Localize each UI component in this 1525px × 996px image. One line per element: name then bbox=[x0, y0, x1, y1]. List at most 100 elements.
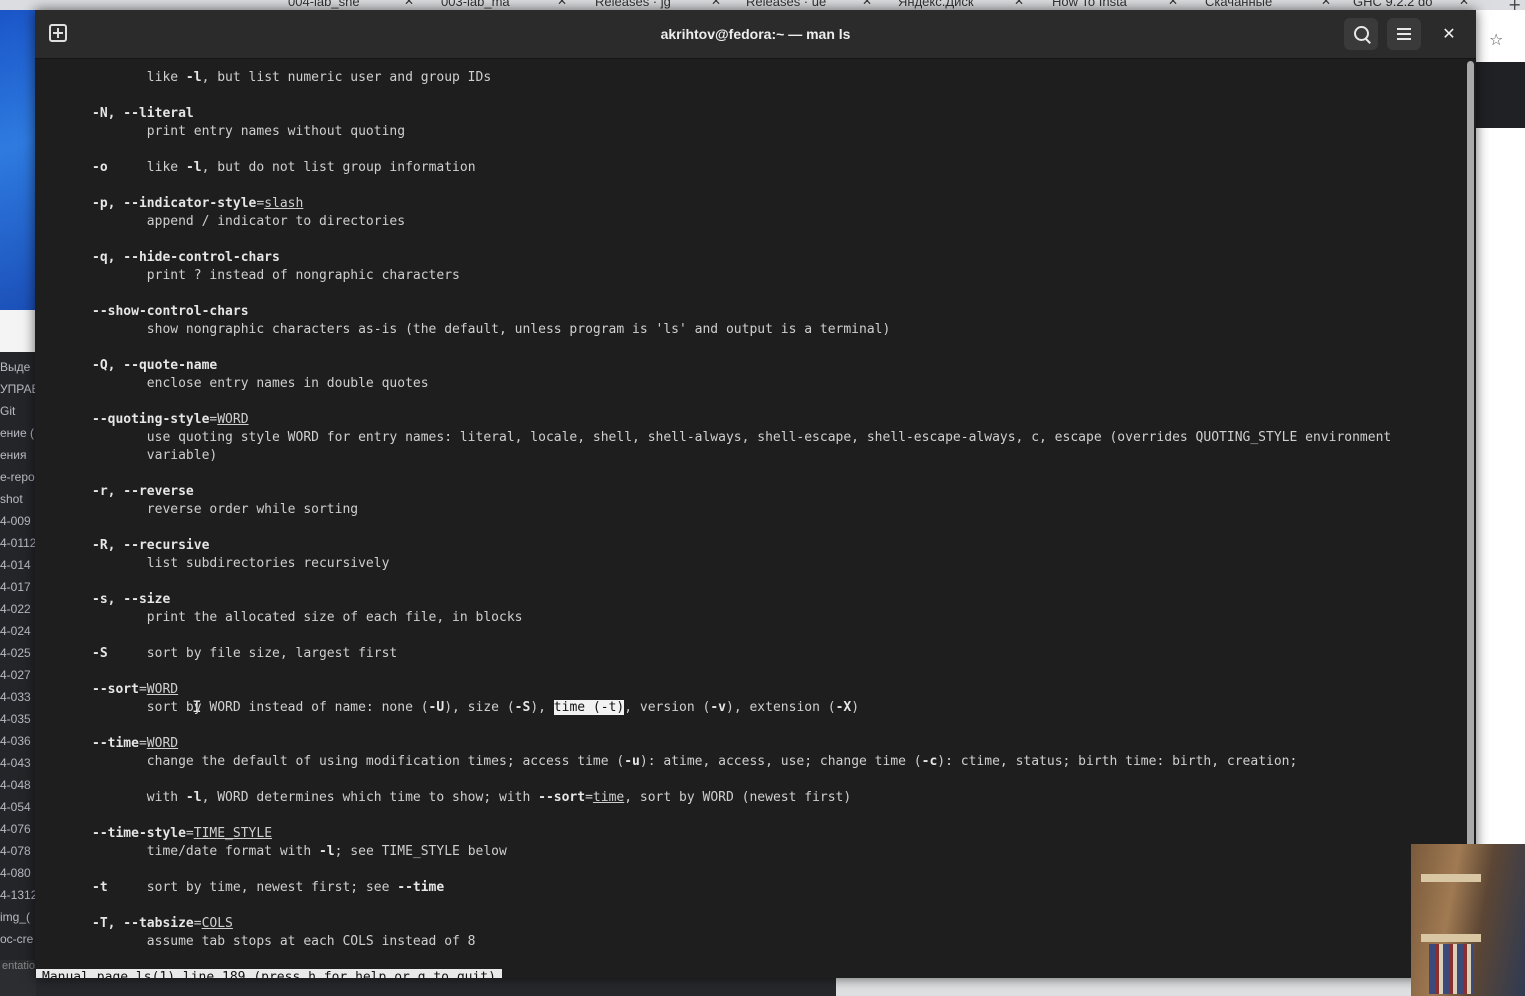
browser-tab[interactable]: Яндекс.Диск ✕ bbox=[898, 0, 1028, 10]
background-list-item: 4-035 bbox=[0, 712, 31, 726]
man-page-line: -s, --size bbox=[92, 591, 170, 609]
background-list-item: 4-076 bbox=[0, 822, 31, 836]
browser-tab[interactable]: 004-lab_she ✕ bbox=[288, 0, 418, 10]
background-list-item: 4-078 bbox=[0, 844, 31, 858]
text-segment: reverse order while sorting bbox=[92, 502, 359, 517]
man-page-line: -o like -l, but do not list group inform… bbox=[92, 159, 476, 177]
text-segment: -s, --size bbox=[92, 592, 171, 607]
text-segment: -v bbox=[710, 700, 726, 715]
close-tab-icon[interactable]: ✕ bbox=[1168, 0, 1178, 8]
background-list-item: 4-036 bbox=[0, 734, 31, 748]
browser-tab-label: Скачанные bbox=[1205, 0, 1273, 9]
close-tab-icon[interactable]: ✕ bbox=[404, 0, 414, 8]
man-page-line: list subdirectories recursively bbox=[92, 555, 390, 573]
background-list-item: 4-009 bbox=[0, 514, 31, 528]
man-page-line: show nongraphic characters as-is (the de… bbox=[92, 321, 891, 339]
text-segment: , sort by WORD (newest first) bbox=[624, 790, 852, 805]
text-segment: --time bbox=[92, 736, 139, 751]
browser-tab-label: Releases · jg bbox=[595, 0, 671, 9]
man-page-line: -t sort by time, newest first; see --tim… bbox=[92, 879, 444, 897]
text-segment: -l bbox=[185, 790, 202, 805]
text-segment: --quoting-style bbox=[92, 412, 210, 427]
man-page-line: -R, --recursive bbox=[92, 537, 209, 555]
text-segment: -N, --literal bbox=[92, 106, 194, 121]
browser-tab[interactable]: How To Insta ✕ bbox=[1052, 0, 1182, 10]
text-segment: -u bbox=[624, 754, 640, 769]
text-segment: -R, --recursive bbox=[92, 538, 210, 553]
scrollbar[interactable] bbox=[1464, 59, 1476, 978]
text-segment: -Q, --quote-name bbox=[92, 358, 218, 373]
man-page-line: --sort=WORD bbox=[92, 681, 178, 699]
background-panel bbox=[0, 310, 36, 352]
browser-tab[interactable]: Скачанные ✕ bbox=[1205, 0, 1335, 10]
text-segment: -o bbox=[92, 160, 108, 175]
text-segment: ), size ( bbox=[444, 700, 515, 715]
text-segment: ), extension ( bbox=[726, 700, 836, 715]
text-segment: -l bbox=[185, 70, 202, 85]
window-title: akrihtov@fedora:~ — man ls bbox=[660, 26, 851, 42]
browser-tab-label: 004-lab_she bbox=[288, 0, 360, 9]
close-tab-icon[interactable]: ✕ bbox=[557, 0, 567, 8]
background-list-item: 4-027 bbox=[0, 668, 31, 682]
man-page-line: -S sort by file size, largest first bbox=[92, 645, 397, 663]
man-page-line: --time=WORD bbox=[92, 735, 178, 753]
background-list-item: 4-080 bbox=[0, 866, 31, 880]
man-page-line: sort by WORD instead of name: none (-U),… bbox=[92, 699, 859, 717]
browser-tab[interactable]: Releases · jg ✕ bbox=[595, 0, 725, 10]
text-segment: , WORD determines which time to show; wi… bbox=[201, 790, 539, 805]
scrollbar-thumb[interactable] bbox=[1467, 61, 1474, 849]
text-segment: like bbox=[107, 160, 186, 175]
text-segment: sort by file size, largest first bbox=[107, 646, 398, 661]
text-segment: WORD bbox=[217, 412, 249, 427]
close-tab-icon[interactable]: ✕ bbox=[1459, 0, 1469, 8]
star-icon[interactable]: ☆ bbox=[1489, 30, 1503, 49]
menu-button[interactable] bbox=[1387, 18, 1421, 50]
search-highlight: time (-t) bbox=[553, 700, 625, 715]
close-tab-icon[interactable]: ✕ bbox=[1014, 0, 1024, 8]
background-list-item: 4-048 bbox=[0, 778, 31, 792]
background-list-item: oc-cre bbox=[0, 932, 34, 946]
text-segment: = bbox=[585, 790, 593, 805]
background-list-item: Выде bbox=[0, 360, 31, 374]
text-segment: , but do not list group information bbox=[201, 160, 476, 175]
man-page-line: like -l, but list numeric user and group… bbox=[92, 69, 491, 87]
text-segment: print the allocated size of each file, i… bbox=[92, 610, 523, 625]
browser-tab-label: How To Insta bbox=[1052, 0, 1127, 9]
man-page-line: assume tab stops at each COLS instead of… bbox=[92, 933, 476, 951]
text-segment: = bbox=[193, 916, 202, 931]
text-segment: with bbox=[92, 790, 186, 805]
text-segment: variable) bbox=[92, 448, 218, 463]
text-segment: ; see TIME_STYLE below bbox=[334, 844, 507, 859]
man-page-line: --show-control-chars bbox=[92, 303, 249, 321]
man-page-content[interactable]: Manual page ls(1) line 189 (press h for … bbox=[35, 59, 1463, 978]
browser-tab[interactable]: 003-lab_ma ✕ bbox=[441, 0, 571, 10]
text-segment: -r, --reverse bbox=[92, 484, 194, 499]
background-list-item: shot bbox=[0, 492, 23, 506]
close-tab-icon[interactable]: ✕ bbox=[1321, 0, 1331, 8]
background-list-item: 4-025 bbox=[0, 646, 31, 660]
search-button[interactable] bbox=[1344, 18, 1378, 50]
man-page-line: --quoting-style=WORD bbox=[92, 411, 249, 429]
man-page-line: reverse order while sorting bbox=[92, 501, 358, 519]
text-segment: print ? instead of nongraphic characters bbox=[92, 268, 460, 283]
man-page-line: enclose entry names in double quotes bbox=[92, 375, 429, 393]
background-list-item: 4-022 bbox=[0, 602, 31, 616]
text-segment: --sort bbox=[92, 682, 139, 697]
man-page-line: -r, --reverse bbox=[92, 483, 194, 501]
text-segment: --time bbox=[397, 880, 445, 895]
background-list-item: 4-017 bbox=[0, 580, 31, 594]
text-segment: , but list numeric user and group IDs bbox=[201, 70, 492, 85]
close-tab-icon[interactable]: ✕ bbox=[711, 0, 721, 8]
close-icon[interactable]: ✕ bbox=[1437, 22, 1461, 46]
background-list-item: e-repo bbox=[0, 470, 35, 484]
browser-tab[interactable]: GHC 9.2.2 do ✕ bbox=[1353, 0, 1473, 10]
text-segment: TIME_STYLE bbox=[193, 826, 273, 841]
background-list-item: 4-0112 bbox=[0, 536, 36, 550]
man-page-line: -N, --literal bbox=[92, 105, 194, 123]
close-tab-icon[interactable]: ✕ bbox=[862, 0, 872, 8]
text-segment: = bbox=[185, 826, 194, 841]
browser-tab[interactable]: Releases · ue ✕ bbox=[746, 0, 876, 10]
text-segment: = bbox=[138, 682, 147, 697]
text-segment: slash bbox=[264, 196, 304, 211]
man-page-line: use quoting style WORD for entry names: … bbox=[92, 429, 1391, 447]
